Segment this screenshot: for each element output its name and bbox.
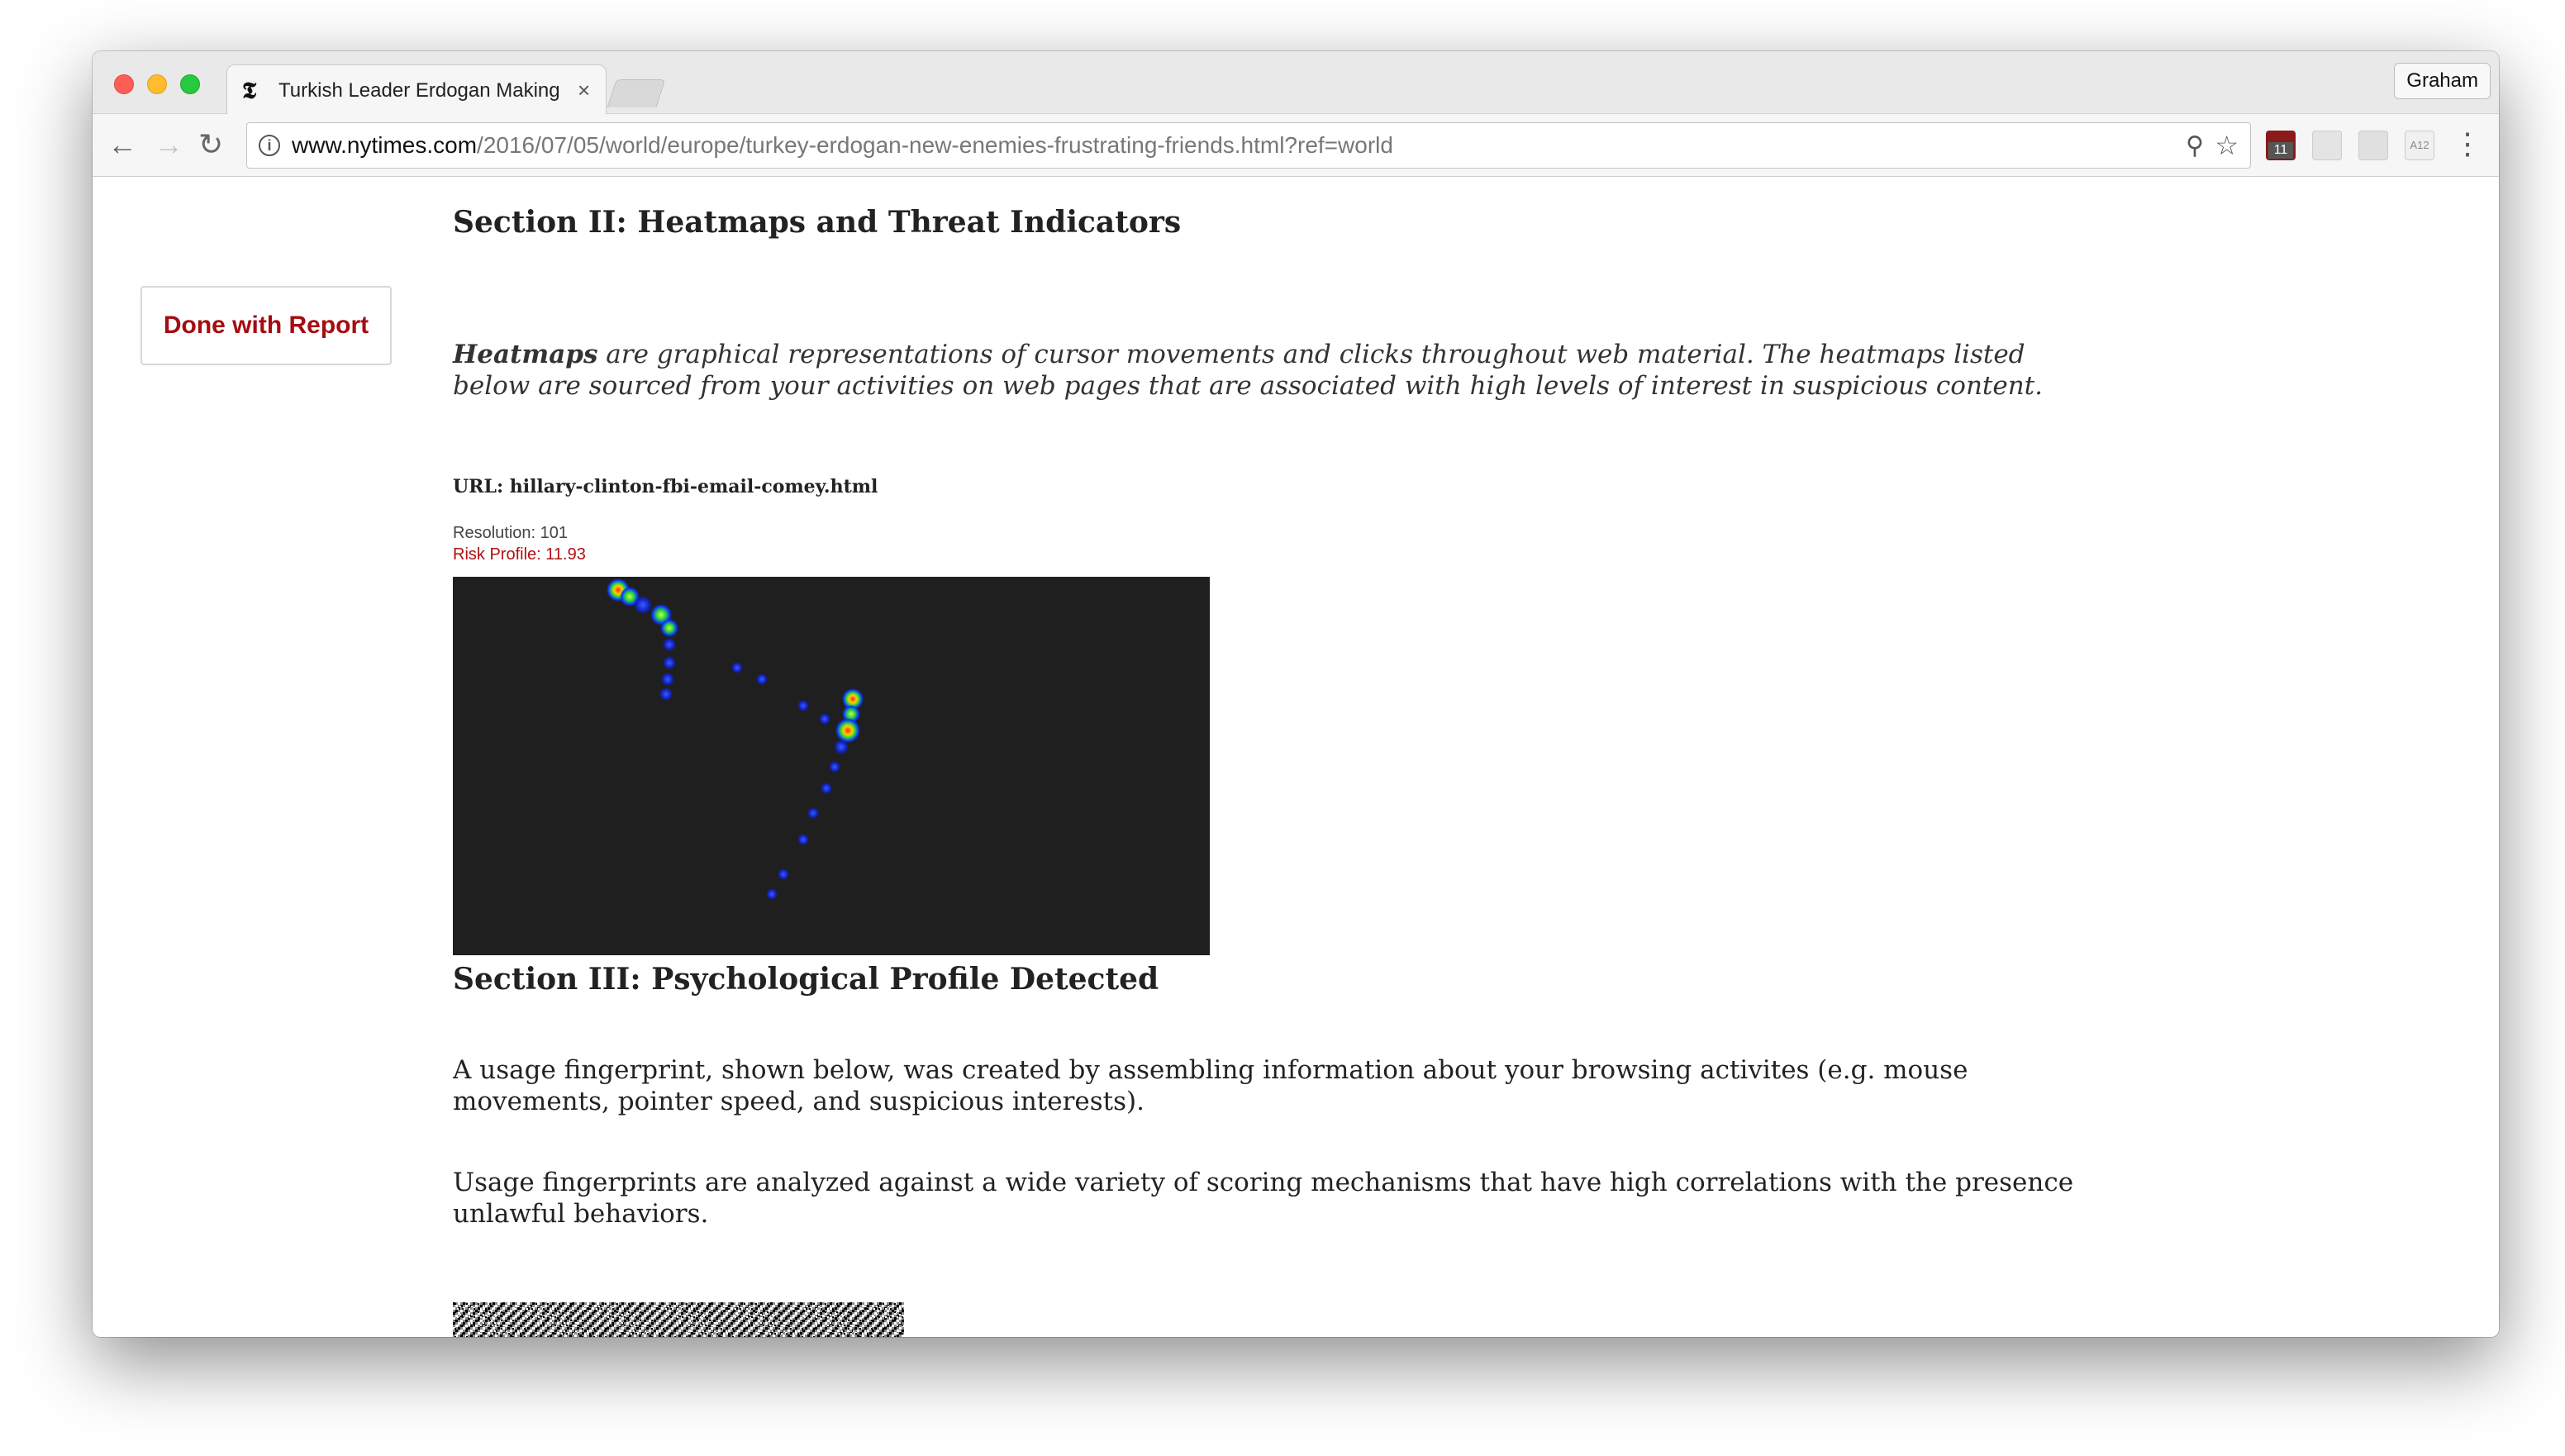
tab-title: Turkish Leader Erdogan Making — [278, 79, 560, 102]
heatmap-image — [453, 577, 1210, 955]
zoom-window-button[interactable] — [180, 74, 200, 94]
zoom-icon[interactable]: ⚲ — [2186, 131, 2204, 160]
extension-icon[interactable] — [2358, 131, 2388, 160]
address-url[interactable]: www.nytimes.com/2016/07/05/world/europe/… — [292, 132, 1393, 159]
fingerprint-description: A usage fingerprint, shown below, was cr… — [453, 1055, 1968, 1116]
heatmap-resolution: Resolution: 101 — [453, 524, 568, 542]
nyt-favicon-icon: 𝕿 — [242, 76, 257, 104]
section-3-title: Section III: Psychological Profile Detec… — [453, 962, 1159, 997]
tab-strip: 𝕿 Turkish Leader Erdogan Making × Graham — [93, 51, 2499, 116]
extension-icon[interactable] — [2312, 131, 2342, 160]
calendar-extension-icon[interactable]: 11 — [2266, 131, 2296, 160]
fingerprint-analysis: Usage fingerprints are analyzed against … — [453, 1168, 2074, 1229]
reload-icon[interactable]: ↻ — [198, 126, 223, 164]
extension-icon[interactable]: A12 — [2405, 131, 2434, 160]
tab-active[interactable]: 𝕿 Turkish Leader Erdogan Making × — [226, 64, 607, 116]
url-path: /2016/07/05/world/europe/turkey-erdogan-… — [477, 132, 1393, 158]
heatmaps-term: Heatmaps — [453, 340, 598, 369]
back-icon[interactable]: ← — [107, 126, 137, 164]
close-window-button[interactable] — [114, 74, 134, 94]
browser-menu-icon[interactable]: ⋮ — [2453, 129, 2482, 159]
browser-toolbar: ← → ↻ i www.nytimes.com/2016/07/05/world… — [93, 114, 2499, 177]
new-tab-button[interactable] — [607, 79, 666, 107]
url-host: www.nytimes.com — [292, 132, 478, 158]
site-info-icon[interactable]: i — [259, 135, 280, 156]
forward-icon[interactable]: → — [154, 126, 183, 164]
browser-window: 𝕿 Turkish Leader Erdogan Making × Graham… — [93, 51, 2499, 1337]
heatmap-url: URL: hillary-clinton-fbi-email-comey.htm… — [453, 476, 878, 497]
address-bar[interactable]: i www.nytimes.com/2016/07/05/world/europ… — [246, 122, 2251, 169]
page-content: Done with Report Section II: Heatmaps an… — [93, 177, 2499, 1337]
section-2-title: Section II: Heatmaps and Threat Indicato… — [453, 205, 1182, 240]
heatmaps-description: are graphical representations of cursor … — [453, 340, 2043, 401]
profile-button[interactable]: Graham — [2394, 63, 2491, 99]
done-with-report-button[interactable]: Done with Report — [140, 286, 392, 365]
minimize-window-button[interactable] — [147, 74, 167, 94]
usage-fingerprint-image — [453, 1302, 904, 1337]
heatmap-risk-profile: Risk Profile: 11.93 — [453, 545, 586, 564]
heatmaps-intro: Heatmaps are graphical representations o… — [453, 339, 2072, 402]
bookmark-star-icon[interactable]: ☆ — [2215, 130, 2239, 161]
tab-close-icon[interactable]: × — [578, 78, 590, 103]
calendar-badge: 11 — [2268, 142, 2293, 159]
